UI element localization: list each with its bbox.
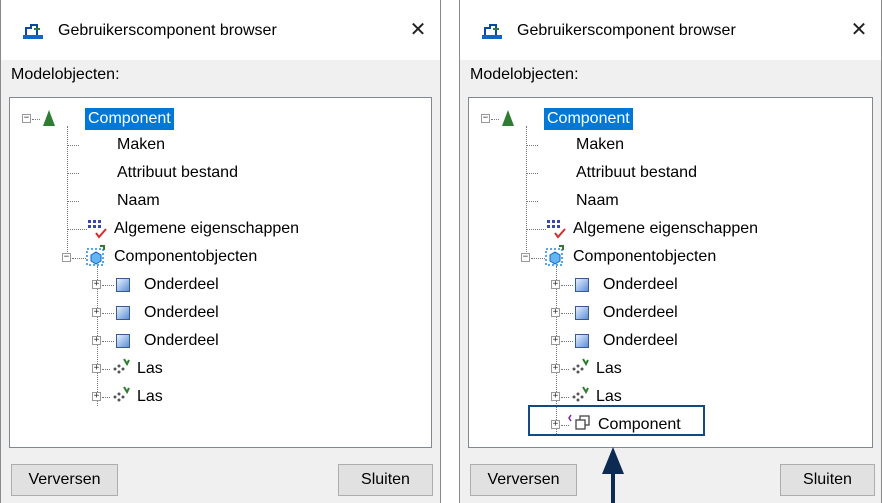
close-icon[interactable]: ✕ xyxy=(839,10,879,50)
properties-grid-icon xyxy=(547,220,566,239)
collapse-toggle[interactable]: − xyxy=(22,114,31,123)
weld-icon xyxy=(113,358,130,374)
tree-node-componentobjecten[interactable]: Componentobjecten xyxy=(570,246,719,268)
window-title: Gebruikerscomponent browser xyxy=(517,22,736,39)
tree-node-naam[interactable]: Naam xyxy=(573,190,622,212)
refresh-button[interactable]: Verversen xyxy=(11,464,118,496)
part-cube-icon xyxy=(116,278,130,292)
close-button[interactable]: Sluiten xyxy=(780,464,875,496)
expand-toggle[interactable]: + xyxy=(551,364,560,373)
tree-node-las[interactable]: Las xyxy=(134,386,166,408)
model-objects-label: Modelobjecten: xyxy=(11,66,120,83)
model-objects-label: Modelobjecten: xyxy=(470,66,579,83)
part-cube-icon xyxy=(575,278,589,292)
part-cube-icon xyxy=(116,306,130,320)
expand-toggle[interactable]: + xyxy=(551,308,560,317)
tree-node-naam[interactable]: Naam xyxy=(114,190,163,212)
left-browser-window: Gebruikerscomponent browser ✕ Modelobjec… xyxy=(0,0,441,503)
weld-icon xyxy=(113,386,130,402)
expand-toggle[interactable]: + xyxy=(551,280,560,289)
arrow-shaft xyxy=(611,472,615,503)
arrow-up-icon xyxy=(602,447,624,474)
right-browser-window: Gebruikerscomponent browser ✕ Modelobjec… xyxy=(459,0,882,503)
tree-node-maken[interactable]: Maken xyxy=(114,134,168,156)
tree-node-onderdeel[interactable]: Onderdeel xyxy=(600,330,681,352)
tree-node-root[interactable]: Component xyxy=(85,108,174,130)
expand-toggle[interactable]: + xyxy=(551,392,560,401)
close-button[interactable]: Sluiten xyxy=(338,464,433,496)
model-tree[interactable]: − Component Maken Attribuut bestand Naam… xyxy=(9,97,432,448)
weld-icon xyxy=(572,386,589,402)
tree-node-las[interactable]: Las xyxy=(134,358,166,380)
expand-toggle[interactable]: + xyxy=(92,280,101,289)
collapse-toggle[interactable]: − xyxy=(62,253,71,262)
tekla-app-icon xyxy=(482,24,502,39)
part-cube-icon xyxy=(575,334,589,348)
expand-toggle[interactable]: + xyxy=(92,336,101,345)
component-objects-icon xyxy=(545,245,564,266)
component-triangle-icon xyxy=(502,110,514,126)
title-bar: Gebruikerscomponent browser ✕ xyxy=(460,0,881,60)
tree-node-las[interactable]: Las xyxy=(593,358,625,380)
weld-icon xyxy=(572,358,589,374)
window-title: Gebruikerscomponent browser xyxy=(58,22,277,39)
expand-toggle[interactable]: + xyxy=(92,308,101,317)
tree-node-onderdeel[interactable]: Onderdeel xyxy=(600,274,681,296)
tree-node-algemene-eigenschappen[interactable]: Algemene eigenschappen xyxy=(111,218,302,240)
tree-node-onderdeel[interactable]: Onderdeel xyxy=(141,274,222,296)
tree-node-algemene-eigenschappen[interactable]: Algemene eigenschappen xyxy=(570,218,761,240)
expand-toggle[interactable]: + xyxy=(92,392,101,401)
tree-node-root[interactable]: Component xyxy=(544,108,633,130)
highlight-box xyxy=(528,405,705,436)
tekla-app-icon xyxy=(23,24,43,39)
tree-node-attribuut-bestand[interactable]: Attribuut bestand xyxy=(114,162,241,184)
collapse-toggle[interactable]: − xyxy=(521,253,530,262)
refresh-button[interactable]: Verversen xyxy=(470,464,577,496)
part-cube-icon xyxy=(575,306,589,320)
tree-node-onderdeel[interactable]: Onderdeel xyxy=(141,330,222,352)
component-objects-icon xyxy=(86,245,105,266)
tree-node-attribuut-bestand[interactable]: Attribuut bestand xyxy=(573,162,700,184)
tree-node-componentobjecten[interactable]: Componentobjecten xyxy=(111,246,260,268)
component-triangle-icon xyxy=(43,110,55,126)
close-icon[interactable]: ✕ xyxy=(398,10,438,50)
collapse-toggle[interactable]: − xyxy=(481,114,490,123)
tree-node-onderdeel[interactable]: Onderdeel xyxy=(600,302,681,324)
model-tree[interactable]: − Component Maken Attribuut bestand Naam… xyxy=(468,97,873,448)
expand-toggle[interactable]: + xyxy=(92,364,101,373)
tree-node-maken[interactable]: Maken xyxy=(573,134,627,156)
part-cube-icon xyxy=(116,334,130,348)
expand-toggle[interactable]: + xyxy=(551,336,560,345)
tree-node-onderdeel[interactable]: Onderdeel xyxy=(141,302,222,324)
properties-grid-icon xyxy=(88,220,107,239)
title-bar: Gebruikerscomponent browser ✕ xyxy=(1,0,440,60)
